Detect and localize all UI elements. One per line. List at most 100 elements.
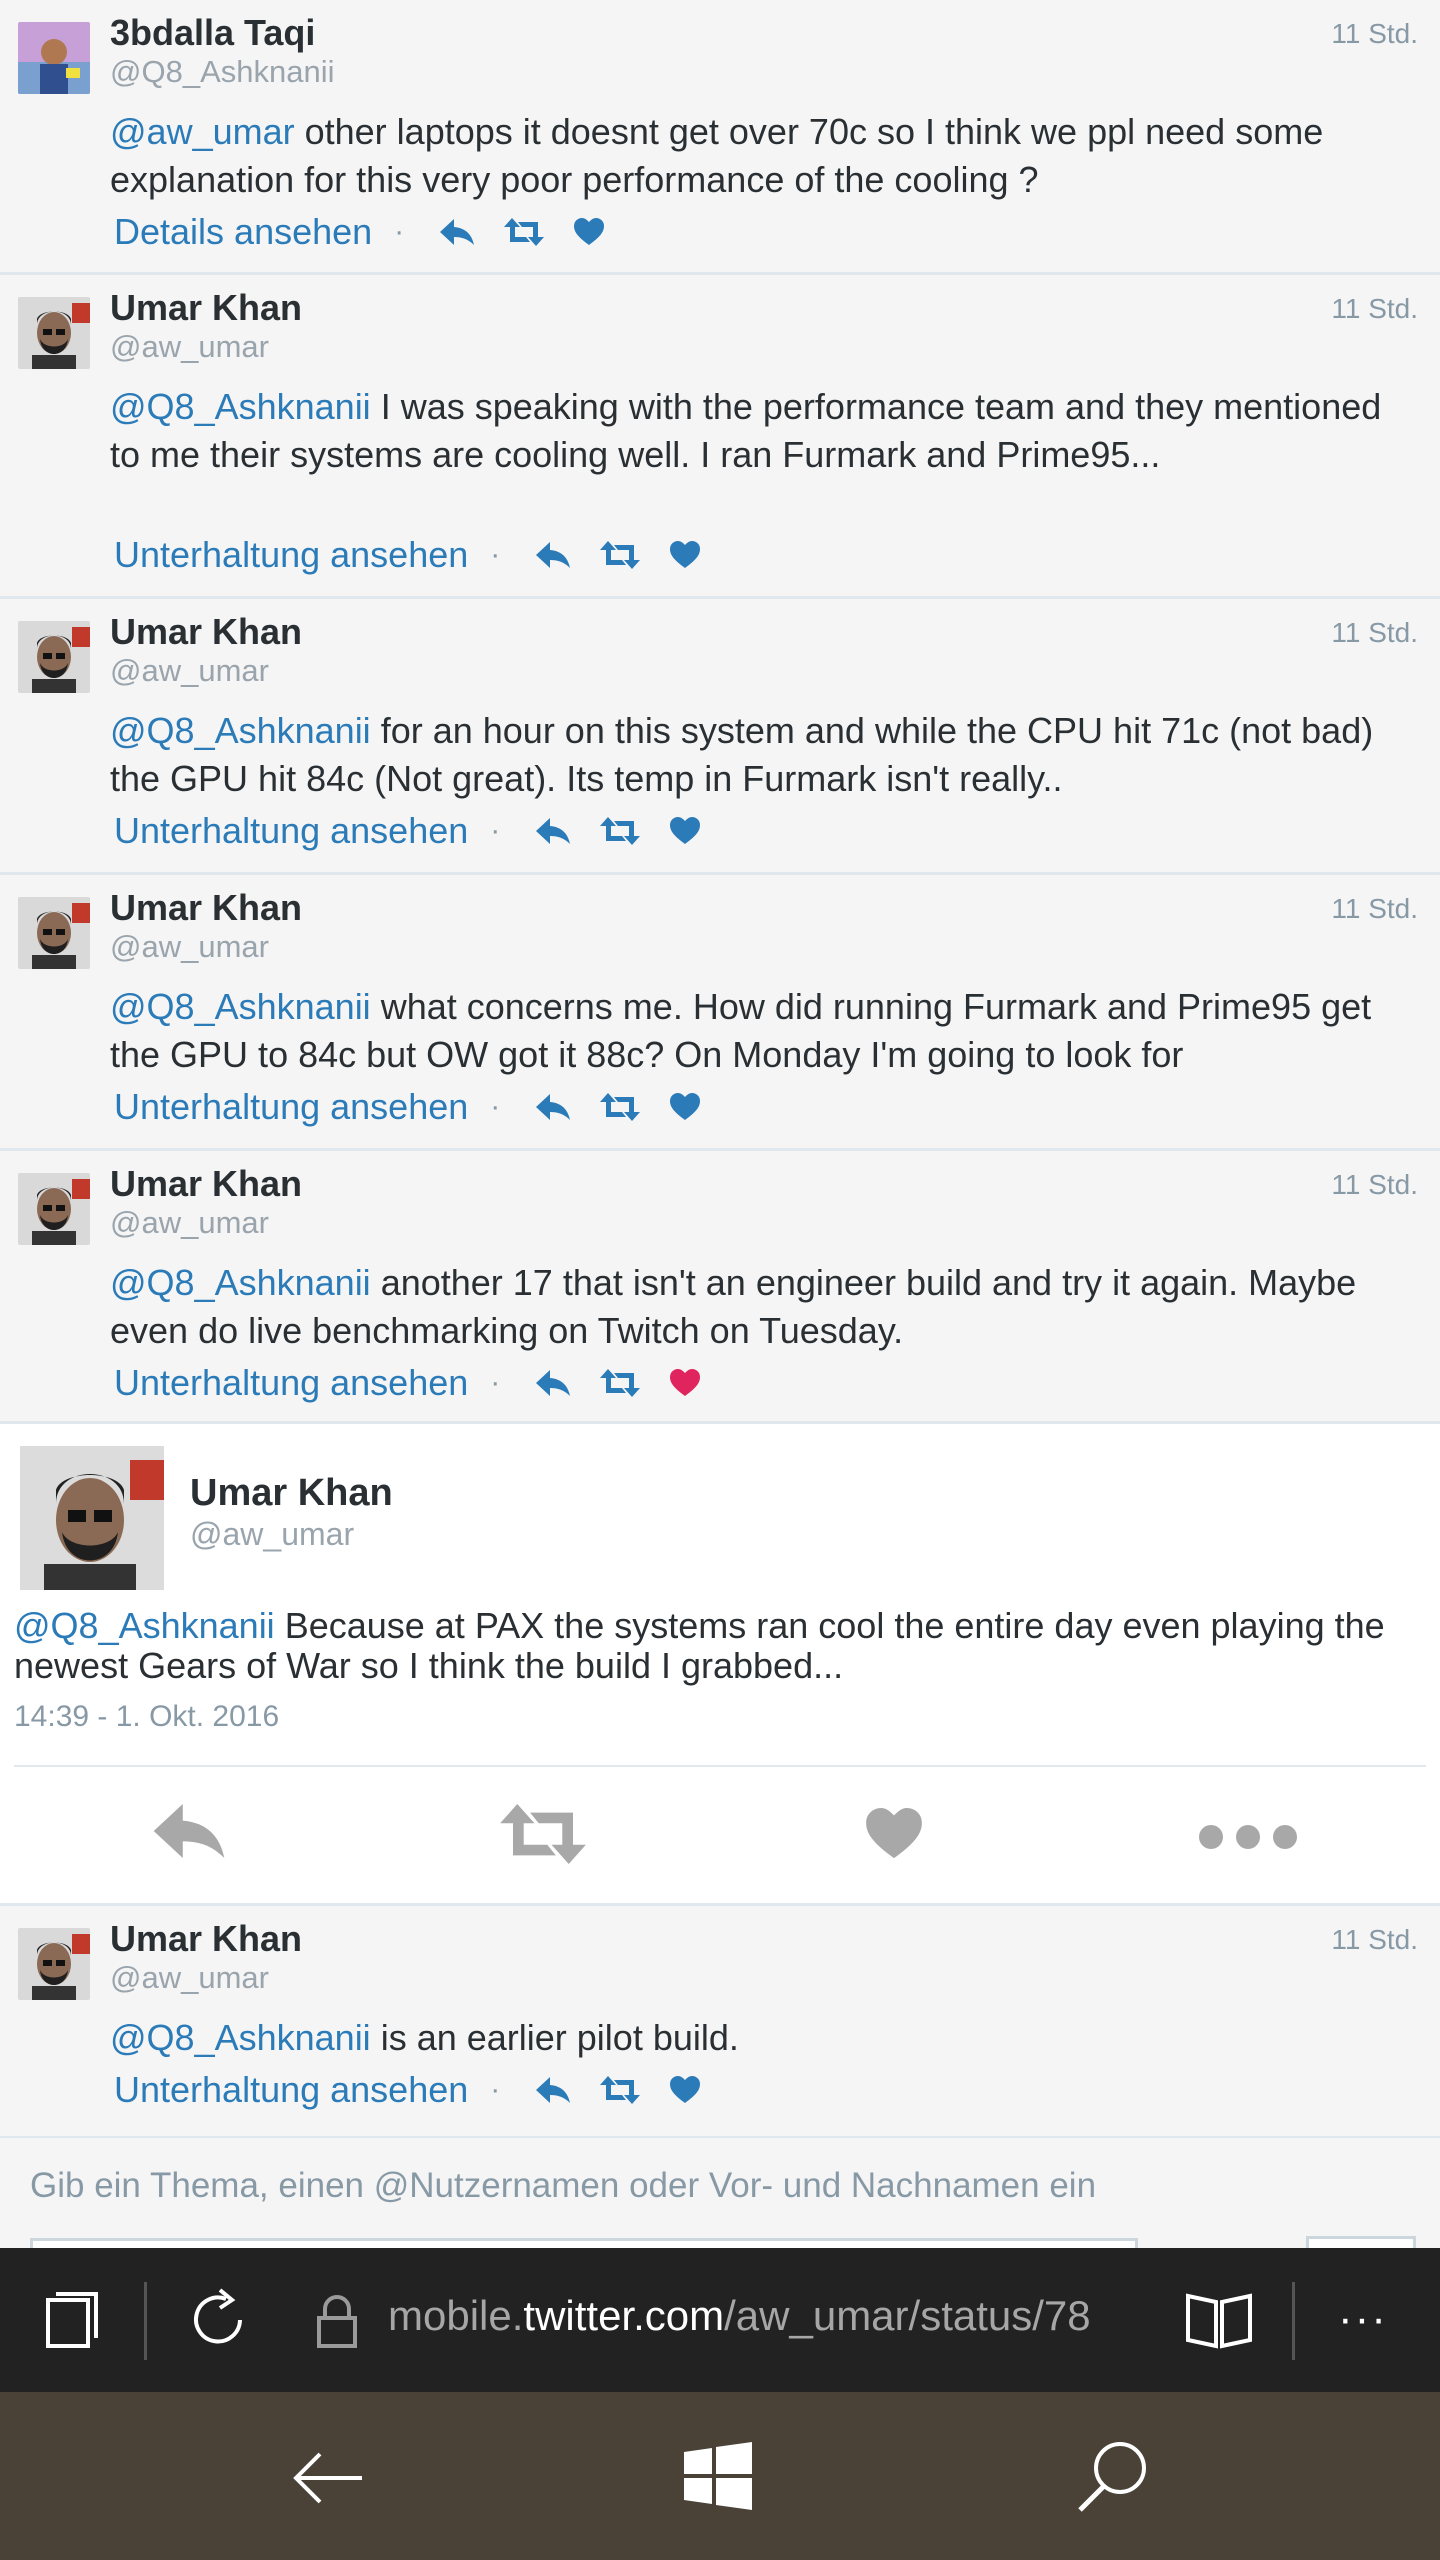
author-handle[interactable]: @aw_umar	[110, 1205, 269, 1241]
tweet-date[interactable]: 14:39 - 1. Okt. 2016	[14, 1700, 279, 1734]
author-handle[interactable]: @aw_umar	[110, 929, 269, 965]
tabs-icon[interactable]	[44, 2290, 100, 2355]
lock-icon	[316, 2294, 358, 2355]
view-conversation-link[interactable]: Unterhaltung ansehen	[114, 1086, 468, 1128]
system-nav-bar	[0, 2392, 1440, 2560]
search-icon[interactable]	[1074, 2438, 1150, 2519]
windows-start-icon[interactable]	[684, 2442, 752, 2515]
separator-dot: ·	[490, 538, 501, 571]
focused-tweet: Umar Khan @aw_umar @Q8_Ashknanii Because…	[0, 1424, 1440, 1906]
timestamp[interactable]: 11 Std.	[1331, 1924, 1418, 1956]
avatar[interactable]	[18, 297, 90, 369]
tweet-actions: Unterhaltung ansehen ·	[114, 807, 712, 855]
tweet-actions: Unterhaltung ansehen ·	[114, 531, 712, 579]
separator-dot: ·	[490, 1366, 501, 1399]
author-name[interactable]: 3bdalla Taqi	[110, 12, 315, 54]
reply-icon[interactable]	[536, 1370, 571, 1396]
author-name[interactable]: Umar Khan	[110, 287, 302, 329]
tweet-item[interactable]: Umar Khan @aw_umar 11 Std. @Q8_Ashknanii…	[0, 1906, 1440, 2136]
like-icon[interactable]	[574, 218, 605, 246]
tweet-actions: Details ansehen ·	[114, 208, 616, 256]
like-icon[interactable]	[670, 1093, 701, 1121]
reply-icon[interactable]	[536, 2077, 571, 2103]
like-icon[interactable]	[670, 2076, 701, 2104]
avatar[interactable]	[18, 22, 90, 94]
toolbar-separator	[144, 2282, 147, 2360]
tweet-item[interactable]: Umar Khan @aw_umar 11 Std. @Q8_Ashknanii…	[0, 1151, 1440, 1424]
reply-icon[interactable]	[536, 542, 571, 568]
like-icon[interactable]	[670, 817, 701, 845]
author-name[interactable]: Umar Khan	[190, 1472, 393, 1515]
retweet-icon[interactable]	[504, 218, 545, 246]
separator-dot: ·	[490, 814, 501, 847]
avatar[interactable]	[18, 1928, 90, 2000]
author-handle[interactable]: @aw_umar	[110, 329, 269, 365]
retweet-icon[interactable]	[600, 541, 641, 569]
retweet-button[interactable]	[500, 1804, 586, 1869]
view-conversation-link[interactable]: Unterhaltung ansehen	[114, 534, 468, 576]
timestamp[interactable]: 11 Std.	[1331, 18, 1418, 50]
timestamp[interactable]: 11 Std.	[1331, 1169, 1418, 1201]
tweet-text: @Q8_Ashknanii I was speaking with the pe…	[110, 383, 1410, 479]
reply-icon[interactable]	[536, 1094, 571, 1120]
view-conversation-link[interactable]: Unterhaltung ansehen	[114, 1362, 468, 1404]
author-handle[interactable]: @aw_umar	[110, 1960, 269, 1996]
avatar[interactable]	[18, 621, 90, 693]
details-link[interactable]: Details ansehen	[114, 211, 372, 253]
refresh-icon[interactable]	[186, 2288, 250, 2357]
timestamp[interactable]: 11 Std.	[1331, 893, 1418, 925]
mention-link[interactable]: @Q8_Ashknanii	[110, 986, 371, 1027]
toolbar-separator	[1292, 2282, 1295, 2360]
author-name[interactable]: Umar Khan	[110, 611, 302, 653]
mention-link[interactable]: @aw_umar	[110, 111, 295, 152]
tweet-item[interactable]: Umar Khan @aw_umar 11 Std. @Q8_Ashknanii…	[0, 599, 1440, 875]
author-name[interactable]: Umar Khan	[110, 887, 302, 929]
view-conversation-link[interactable]: Unterhaltung ansehen	[114, 2069, 468, 2111]
tweet-actions: Unterhaltung ansehen ·	[114, 1083, 712, 1131]
search-section: Gib ein Thema, einen @Nutzernamen oder V…	[0, 2136, 1440, 2250]
retweet-icon[interactable]	[600, 2076, 641, 2104]
tweet-text: @Q8_Ashknanii Because at PAX the systems…	[14, 1606, 1414, 1686]
retweet-icon[interactable]	[600, 1093, 641, 1121]
mention-link[interactable]: @Q8_Ashknanii	[110, 386, 371, 427]
tweet-item[interactable]: Umar Khan @aw_umar 11 Std. @Q8_Ashknanii…	[0, 875, 1440, 1151]
reply-icon[interactable]	[440, 219, 475, 245]
separator-dot: ·	[490, 2073, 501, 2106]
search-hint: Gib ein Thema, einen @Nutzernamen oder V…	[30, 2166, 1097, 2205]
mention-link[interactable]: @Q8_Ashknanii	[110, 2017, 371, 2058]
address-prefix: mobile.	[388, 2292, 524, 2339]
tweet-item[interactable]: Umar Khan @aw_umar 11 Std. @Q8_Ashknanii…	[0, 275, 1440, 599]
timestamp[interactable]: 11 Std.	[1331, 617, 1418, 649]
mention-link[interactable]: @Q8_Ashknanii	[110, 1262, 371, 1303]
tweet-text: @Q8_Ashknanii what concerns me. How did …	[110, 983, 1410, 1079]
more-options-button[interactable]	[1198, 1824, 1298, 1855]
tweet-item[interactable]: 3bdalla Taqi @Q8_Ashknanii 11 Std. @aw_u…	[0, 0, 1440, 275]
more-menu-icon[interactable]: ···	[1338, 2294, 1388, 2344]
browser-toolbar: mobile.twitter.com/aw_umar/status/78 ···	[0, 2248, 1440, 2392]
like-button[interactable]	[866, 1808, 922, 1865]
like-icon[interactable]	[670, 541, 701, 569]
separator-dot: ·	[490, 1090, 501, 1123]
liked-heart-icon[interactable]	[670, 1369, 701, 1397]
reply-button[interactable]	[152, 1804, 226, 1863]
tweet-text: @aw_umar other laptops it doesnt get ove…	[110, 108, 1410, 204]
timestamp[interactable]: 11 Std.	[1331, 293, 1418, 325]
divider	[14, 1765, 1426, 1767]
reading-view-icon[interactable]	[1184, 2290, 1254, 2355]
author-name[interactable]: Umar Khan	[110, 1163, 302, 1205]
avatar[interactable]	[18, 1173, 90, 1245]
address-bar[interactable]: mobile.twitter.com/aw_umar/status/78	[388, 2292, 1148, 2352]
author-handle[interactable]: @Q8_Ashknanii	[110, 54, 334, 90]
author-handle[interactable]: @aw_umar	[190, 1516, 354, 1553]
avatar[interactable]	[18, 897, 90, 969]
view-conversation-link[interactable]: Unterhaltung ansehen	[114, 810, 468, 852]
reply-icon[interactable]	[536, 818, 571, 844]
author-name[interactable]: Umar Khan	[110, 1918, 302, 1960]
back-arrow-icon[interactable]	[290, 2448, 366, 2513]
mention-link[interactable]: @Q8_Ashknanii	[14, 1605, 275, 1646]
author-handle[interactable]: @aw_umar	[110, 653, 269, 689]
retweet-icon[interactable]	[600, 817, 641, 845]
mention-link[interactable]: @Q8_Ashknanii	[110, 710, 371, 751]
retweet-icon[interactable]	[600, 1369, 641, 1397]
avatar-large[interactable]	[20, 1446, 164, 1590]
